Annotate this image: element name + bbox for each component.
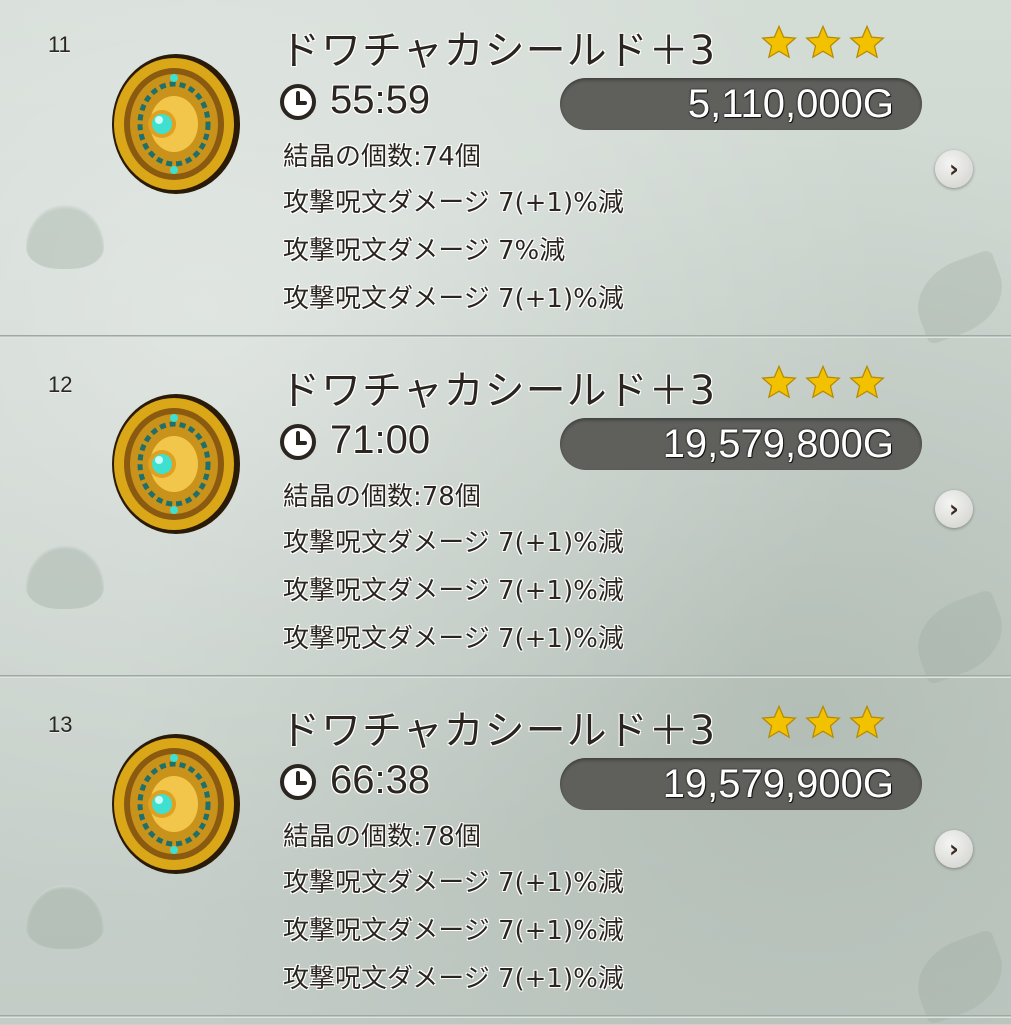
- remaining-time: 66:38: [330, 758, 431, 802]
- row-divider: [0, 335, 1011, 338]
- effect-line: 攻撃呪文ダメージ 7(+1)%減: [283, 284, 624, 314]
- star-icon: [849, 364, 885, 399]
- detail-button[interactable]: ›: [935, 830, 973, 868]
- shield-icon: [112, 394, 240, 534]
- listing-index: 12: [48, 372, 73, 397]
- effect-line: 攻撃呪文ダメージ 7(+1)%減: [283, 188, 624, 218]
- star-icon: [761, 704, 797, 739]
- clock-icon: [280, 424, 316, 460]
- detail-button[interactable]: ›: [935, 490, 973, 528]
- star-icon: [761, 364, 797, 399]
- rarity-stars: [760, 704, 886, 742]
- price-badge: 19,579,800G: [560, 418, 922, 470]
- leaf-background-decoration: [905, 248, 1011, 346]
- star-icon: [849, 24, 885, 59]
- detail-button[interactable]: ›: [935, 150, 973, 188]
- crystal-count: 結晶の個数:74個: [283, 142, 481, 172]
- listing-row[interactable]: 12 ドワチャカシールド＋3 71:00 19,579,800G 結晶の個数:7…: [0, 340, 1011, 686]
- remaining-time: 55:59: [330, 78, 431, 122]
- effect-line: 攻撃呪文ダメージ 7(+1)%減: [283, 868, 624, 898]
- star-icon: [849, 704, 885, 739]
- bazaar-listing-list[interactable]: 11 ドワチャカシールド＋3 55:59 5,110,000G 結晶の個数:74…: [0, 0, 1011, 1025]
- rarity-stars: [760, 24, 886, 62]
- remaining-time: 71:00: [330, 418, 431, 462]
- listing-index: 13: [48, 712, 73, 737]
- row-divider: [0, 675, 1011, 678]
- listing-row[interactable]: 13 ドワチャカシールド＋3 66:38 19,579,900G 結晶の個数:7…: [0, 680, 1011, 1025]
- effect-line: 攻撃呪文ダメージ 7(+1)%減: [283, 528, 624, 558]
- listing-index: 11: [48, 32, 71, 57]
- leaf-background-decoration: [905, 588, 1011, 686]
- slime-background-decoration: [26, 205, 104, 269]
- crystal-count: 結晶の個数:78個: [283, 482, 481, 512]
- shield-icon: [112, 734, 240, 874]
- effect-list: 攻撃呪文ダメージ 7(+1)%減 攻撃呪文ダメージ 7(+1)%減 攻撃呪文ダメ…: [283, 866, 624, 1010]
- clock-icon: [280, 764, 316, 800]
- effect-list: 攻撃呪文ダメージ 7(+1)%減 攻撃呪文ダメージ 7%減 攻撃呪文ダメージ 7…: [283, 186, 624, 330]
- leaf-background-decoration: [905, 928, 1011, 1025]
- slime-background-decoration: [26, 545, 104, 609]
- crystal-count: 結晶の個数:78個: [283, 822, 481, 852]
- star-icon: [805, 364, 841, 399]
- slime-background-decoration: [26, 885, 104, 949]
- row-divider: [0, 1015, 1011, 1018]
- rarity-stars: [760, 364, 886, 402]
- price-badge: 19,579,900G: [560, 758, 922, 810]
- price-badge: 5,110,000G: [560, 78, 922, 130]
- clock-icon: [280, 84, 316, 120]
- effect-line: 攻撃呪文ダメージ 7(+1)%減: [283, 624, 624, 654]
- item-name: ドワチャカシールド＋3: [280, 708, 717, 754]
- effect-line: 攻撃呪文ダメージ 7(+1)%減: [283, 576, 624, 606]
- effect-line: 攻撃呪文ダメージ 7(+1)%減: [283, 964, 624, 994]
- star-icon: [805, 24, 841, 59]
- effect-line: 攻撃呪文ダメージ 7(+1)%減: [283, 916, 624, 946]
- item-name: ドワチャカシールド＋3: [280, 368, 717, 414]
- item-name: ドワチャカシールド＋3: [280, 28, 717, 74]
- star-icon: [805, 704, 841, 739]
- shield-icon: [112, 54, 240, 194]
- star-icon: [761, 24, 797, 59]
- listing-row[interactable]: 11 ドワチャカシールド＋3 55:59 5,110,000G 結晶の個数:74…: [0, 0, 1011, 346]
- effect-line: 攻撃呪文ダメージ 7%減: [283, 236, 566, 266]
- effect-list: 攻撃呪文ダメージ 7(+1)%減 攻撃呪文ダメージ 7(+1)%減 攻撃呪文ダメ…: [283, 526, 624, 670]
